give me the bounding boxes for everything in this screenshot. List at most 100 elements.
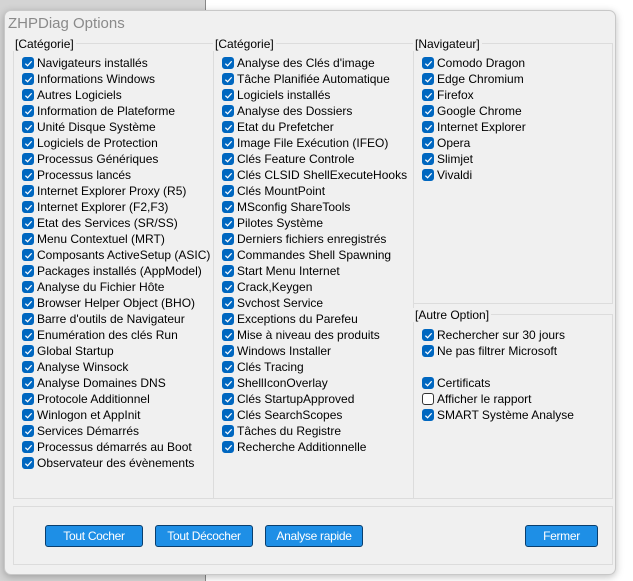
checkbox-checked-icon[interactable] xyxy=(422,345,434,357)
checkbox-checked-icon[interactable] xyxy=(222,265,234,277)
checkbox-item[interactable]: Ne pas filtrer Microsoft xyxy=(422,343,574,359)
checkbox-checked-icon[interactable] xyxy=(22,89,34,101)
checkbox-checked-icon[interactable] xyxy=(222,105,234,117)
checkbox-checked-icon[interactable] xyxy=(22,329,34,341)
checkbox-checked-icon[interactable] xyxy=(22,281,34,293)
checkbox-item[interactable]: Internet Explorer Proxy (R5) xyxy=(22,183,210,199)
checkbox-checked-icon[interactable] xyxy=(422,57,434,69)
checkbox-item[interactable]: Autres Logiciels xyxy=(22,87,210,103)
checkbox-item[interactable]: Clés CLSID ShellExecuteHooks xyxy=(222,167,407,183)
checkbox-checked-icon[interactable] xyxy=(222,249,234,261)
checkbox-item[interactable]: Winlogon et AppInit xyxy=(22,407,210,423)
checkbox-item[interactable]: Analyse Domaines DNS xyxy=(22,375,210,391)
checkbox-checked-icon[interactable] xyxy=(222,409,234,421)
checkbox-checked-icon[interactable] xyxy=(422,137,434,149)
checkbox-checked-icon[interactable] xyxy=(22,217,34,229)
checkbox-item[interactable]: Certificats xyxy=(422,375,574,391)
check-all-button[interactable]: Tout Cocher xyxy=(45,525,143,547)
checkbox-checked-icon[interactable] xyxy=(222,425,234,437)
checkbox-item[interactable]: MSconfig ShareTools xyxy=(222,199,407,215)
checkbox-checked-icon[interactable] xyxy=(222,201,234,213)
checkbox-checked-icon[interactable] xyxy=(22,249,34,261)
checkbox-item[interactable]: Packages installés (AppModel) xyxy=(22,263,210,279)
checkbox-item[interactable]: Rechercher sur 30 jours xyxy=(422,327,574,343)
checkbox-checked-icon[interactable] xyxy=(422,121,434,133)
checkbox-checked-icon[interactable] xyxy=(422,409,434,421)
checkbox-item[interactable]: ShellIconOverlay xyxy=(222,375,407,391)
checkbox-checked-icon[interactable] xyxy=(422,73,434,85)
checkbox-item[interactable]: Start Menu Internet xyxy=(222,263,407,279)
checkbox-checked-icon[interactable] xyxy=(22,441,34,453)
checkbox-item[interactable]: Clés Feature Controle xyxy=(222,151,407,167)
checkbox-checked-icon[interactable] xyxy=(422,89,434,101)
checkbox-item[interactable]: Opera xyxy=(422,135,526,151)
checkbox-checked-icon[interactable] xyxy=(422,153,434,165)
checkbox-item[interactable]: Internet Explorer xyxy=(422,119,526,135)
checkbox-item[interactable]: Logiciels installés xyxy=(222,87,407,103)
checkbox-item[interactable]: Crack,Keygen xyxy=(222,279,407,295)
checkbox-item[interactable]: Etat des Services (SR/SS) xyxy=(22,215,210,231)
checkbox-item[interactable]: Svchost Service xyxy=(222,295,407,311)
checkbox-checked-icon[interactable] xyxy=(222,313,234,325)
checkbox-checked-icon[interactable] xyxy=(222,377,234,389)
checkbox-checked-icon[interactable] xyxy=(422,105,434,117)
checkbox-checked-icon[interactable] xyxy=(222,121,234,133)
checkbox-item[interactable]: Menu Contextuel (MRT) xyxy=(22,231,210,247)
checkbox-item[interactable]: Protocole Additionnel xyxy=(22,391,210,407)
checkbox-checked-icon[interactable] xyxy=(22,73,34,85)
checkbox-checked-icon[interactable] xyxy=(222,233,234,245)
checkbox-item[interactable]: Browser Helper Object (BHO) xyxy=(22,295,210,311)
checkbox-item[interactable]: Information de Plateforme xyxy=(22,103,210,119)
checkbox-item[interactable]: Afficher le rapport xyxy=(422,391,574,407)
checkbox-checked-icon[interactable] xyxy=(22,153,34,165)
checkbox-checked-icon[interactable] xyxy=(222,185,234,197)
checkbox-checked-icon[interactable] xyxy=(422,169,434,181)
checkbox-item[interactable]: Mise à niveau des produits xyxy=(222,327,407,343)
checkbox-checked-icon[interactable] xyxy=(422,377,434,389)
checkbox-checked-icon[interactable] xyxy=(222,361,234,373)
checkbox-item[interactable]: Analyse Winsock xyxy=(22,359,210,375)
checkbox-checked-icon[interactable] xyxy=(22,361,34,373)
checkbox-checked-icon[interactable] xyxy=(22,201,34,213)
checkbox-item[interactable]: Clés StartupApproved xyxy=(222,391,407,407)
checkbox-checked-icon[interactable] xyxy=(22,457,34,469)
checkbox-item[interactable]: Composants ActiveSetup (ASIC) xyxy=(22,247,210,263)
checkbox-checked-icon[interactable] xyxy=(222,137,234,149)
checkbox-item[interactable]: Internet Explorer (F2,F3) xyxy=(22,199,210,215)
checkbox-item[interactable]: Google Chrome xyxy=(422,103,526,119)
checkbox-item[interactable]: Services Démarrés xyxy=(22,423,210,439)
quick-scan-button[interactable]: Analyse rapide xyxy=(265,525,363,547)
checkbox-checked-icon[interactable] xyxy=(22,185,34,197)
checkbox-item[interactable]: Slimjet xyxy=(422,151,526,167)
checkbox-item[interactable]: Edge Chromium xyxy=(422,71,526,87)
checkbox-checked-icon[interactable] xyxy=(22,265,34,277)
checkbox-item[interactable]: Analyse des Clés d'image xyxy=(222,55,407,71)
checkbox-checked-icon[interactable] xyxy=(22,393,34,405)
checkbox-item[interactable]: Navigateurs installés xyxy=(22,55,210,71)
checkbox-checked-icon[interactable] xyxy=(22,233,34,245)
checkbox-checked-icon[interactable] xyxy=(222,345,234,357)
checkbox-checked-icon[interactable] xyxy=(22,313,34,325)
checkbox-item[interactable]: Windows Installer xyxy=(222,343,407,359)
checkbox-checked-icon[interactable] xyxy=(222,393,234,405)
checkbox-item[interactable]: Clés Tracing xyxy=(222,359,407,375)
checkbox-item[interactable]: Derniers fichiers enregistrés xyxy=(222,231,407,247)
close-button[interactable]: Fermer xyxy=(525,525,598,547)
checkbox-item[interactable]: Exceptions du Parefeu xyxy=(222,311,407,327)
checkbox-item[interactable]: Logiciels de Protection xyxy=(22,135,210,151)
checkbox-item[interactable]: Tâches du Registre xyxy=(222,423,407,439)
checkbox-item[interactable]: Tâche Planifiée Automatique xyxy=(222,71,407,87)
checkbox-item[interactable]: Informations Windows xyxy=(22,71,210,87)
checkbox-item[interactable]: Clés MountPoint xyxy=(222,183,407,199)
uncheck-all-button[interactable]: Tout Décocher xyxy=(155,525,253,547)
checkbox-checked-icon[interactable] xyxy=(222,57,234,69)
checkbox-checked-icon[interactable] xyxy=(22,425,34,437)
checkbox-item[interactable]: Recherche Additionnelle xyxy=(222,439,407,455)
checkbox-item[interactable]: Image File Exécution (IFEO) xyxy=(222,135,407,151)
checkbox-item[interactable]: Observateur des évènements xyxy=(22,455,210,471)
checkbox-checked-icon[interactable] xyxy=(222,169,234,181)
checkbox-checked-icon[interactable] xyxy=(22,121,34,133)
checkbox-checked-icon[interactable] xyxy=(222,73,234,85)
checkbox-checked-icon[interactable] xyxy=(22,169,34,181)
checkbox-unchecked-icon[interactable] xyxy=(422,393,434,405)
